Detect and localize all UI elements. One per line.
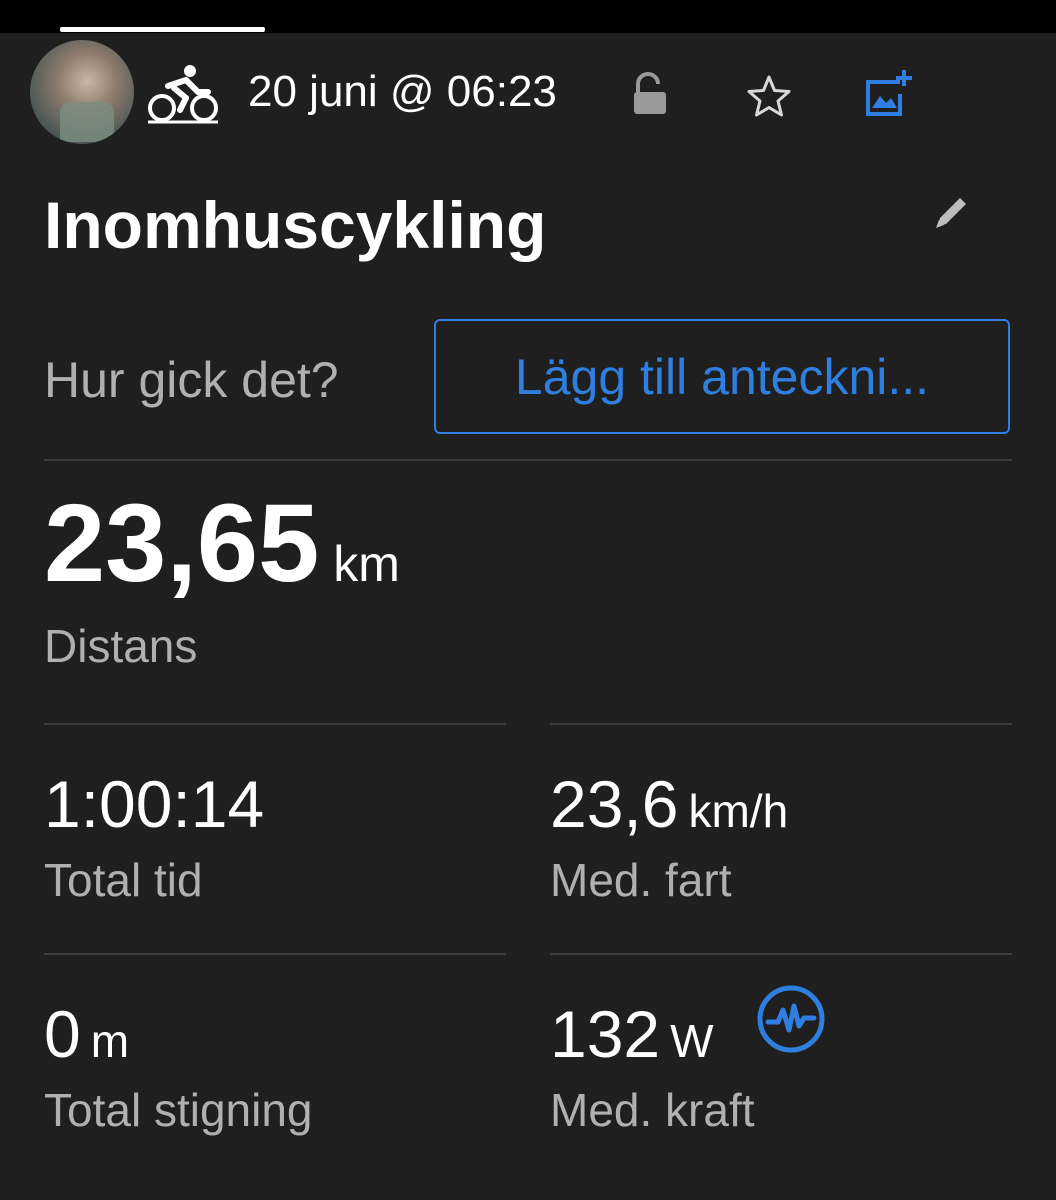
avg-speed-unit: km/h [688, 785, 789, 837]
add-note-label: Lägg till anteckni... [514, 348, 930, 405]
avg-speed-stat: 23,6 km/h [550, 766, 788, 849]
cycling-icon [148, 65, 218, 124]
add-note-button[interactable]: Lägg till anteckni... [434, 319, 1010, 434]
divider [44, 723, 506, 725]
tab-indicator [60, 27, 265, 32]
divider [550, 723, 1012, 725]
avg-power-stat: 132 W [550, 996, 714, 1079]
avg-power-unit: W [670, 1015, 714, 1067]
elevation-label: Total stigning [44, 1084, 313, 1136]
distance-stat: 23,65 km [44, 484, 400, 624]
add-photo-icon[interactable] [864, 68, 914, 118]
total-time-stat: 1:00:14 [44, 766, 264, 842]
status-strip [0, 0, 1056, 33]
divider [44, 953, 506, 955]
power-meter-icon[interactable] [756, 984, 826, 1054]
elevation-unit: m [90, 1015, 130, 1067]
total-time-value: 1:00:14 [44, 767, 265, 841]
activity-date: 20 juni @ 06:23 [248, 67, 557, 116]
distance-label: Distans [44, 620, 198, 672]
unlock-icon[interactable] [632, 72, 668, 116]
distance-unit: km [333, 536, 400, 592]
total-time-label: Total tid [44, 854, 203, 906]
divider [550, 953, 1012, 955]
avg-power-label: Med. kraft [550, 1084, 755, 1136]
avg-speed-label: Med. fart [550, 854, 732, 906]
edit-icon[interactable] [932, 192, 972, 232]
divider [44, 459, 1012, 461]
avg-power-value: 132 [550, 997, 661, 1071]
star-icon[interactable] [746, 74, 792, 118]
activity-title: Inomhuscykling [44, 188, 547, 262]
distance-value: 23,65 [44, 482, 320, 605]
elevation-value: 0 [44, 997, 81, 1071]
avg-speed-value: 23,6 [550, 767, 679, 841]
feedback-prompt: Hur gick det? [44, 352, 339, 408]
avatar[interactable] [30, 40, 134, 144]
elevation-stat: 0m [44, 996, 129, 1079]
